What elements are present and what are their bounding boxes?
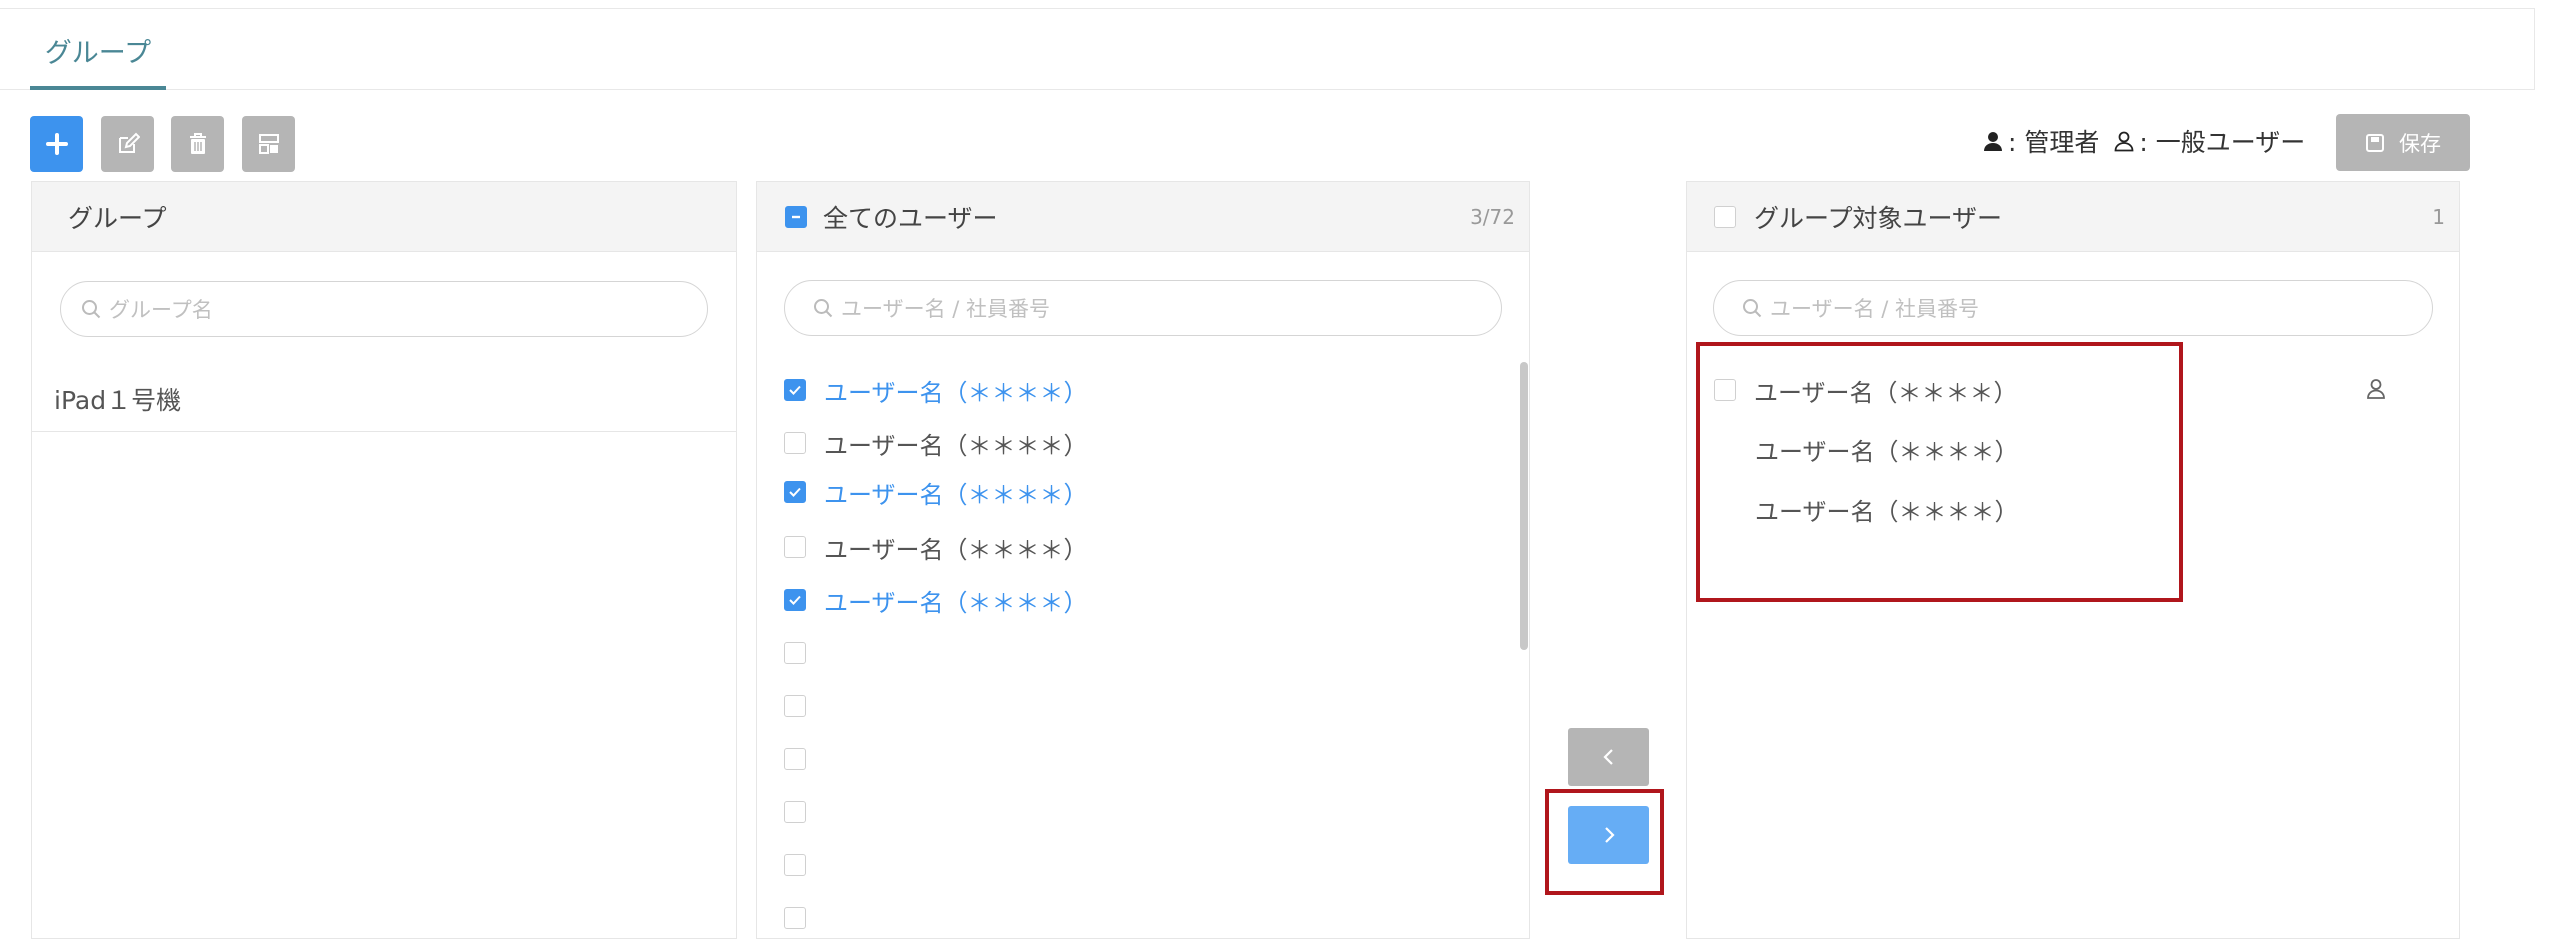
save-icon [2366, 133, 2384, 152]
indeterminate-icon [792, 215, 800, 218]
highlight-target-users [1696, 342, 2183, 602]
top-tab-bar: グループ [0, 8, 2535, 90]
user-checkbox[interactable] [784, 589, 806, 611]
search-icon [82, 300, 101, 319]
user-checkbox[interactable] [784, 801, 806, 823]
user-row[interactable]: ユーザー名（＊＊＊＊） [784, 425, 1088, 461]
user-row[interactable]: ユーザー名（＊＊＊＊） [784, 372, 1088, 408]
all-users-count: 3/72 [1470, 204, 1515, 229]
search-icon [814, 299, 833, 318]
user-checkbox[interactable] [784, 379, 806, 401]
layout-button[interactable] [242, 116, 295, 172]
user-row[interactable] [784, 900, 824, 936]
user-checkbox[interactable] [784, 481, 806, 503]
delete-group-button[interactable] [171, 116, 224, 172]
user-checkbox[interactable] [784, 536, 806, 558]
plus-icon [45, 133, 68, 155]
all-users-header: 全てのユーザー 3/72 [757, 182, 1529, 252]
user-row[interactable] [784, 794, 824, 830]
user-row[interactable] [784, 847, 824, 883]
group-panel-header: グループ [32, 182, 736, 252]
target-users-header: グループ対象ユーザー 1 [1687, 182, 2459, 252]
user-row[interactable] [784, 741, 824, 777]
user-row[interactable]: ユーザー名（＊＊＊＊） [784, 474, 1088, 510]
user-checkbox[interactable] [784, 695, 806, 717]
edit-group-button[interactable] [101, 116, 154, 172]
group-panel: グループ グループ名 iPad１号機 [31, 181, 737, 939]
check-icon [789, 595, 801, 605]
add-group-button[interactable] [30, 116, 83, 172]
target-select-all-checkbox[interactable] [1714, 205, 1736, 228]
save-button[interactable]: 保存 [2336, 114, 2470, 171]
general-user-icon [2367, 379, 2385, 399]
chevron-left-icon [1602, 749, 1613, 765]
user-checkbox[interactable] [784, 907, 806, 929]
all-users-search-input[interactable]: ユーザー名 / 社員番号 [784, 280, 1502, 336]
scrollbar-thumb[interactable] [1520, 362, 1528, 650]
user-checkbox[interactable] [784, 854, 806, 876]
check-icon [789, 487, 801, 497]
legend-admin: : 管理者 [1982, 123, 2099, 159]
general-user-icon [2114, 131, 2134, 152]
tab-group[interactable]: グループ [30, 9, 166, 91]
user-checkbox[interactable] [784, 748, 806, 770]
highlight-move-right [1545, 789, 1664, 895]
tab-active-indicator [30, 86, 166, 90]
select-all-checkbox[interactable] [785, 205, 807, 228]
trash-icon [189, 133, 206, 154]
layout-icon [258, 134, 279, 154]
group-panel-title: グループ [68, 203, 167, 233]
check-icon [789, 385, 801, 395]
user-list-scrollbar[interactable] [1520, 362, 1528, 939]
all-users-title: 全てのユーザー [823, 203, 998, 233]
user-row[interactable]: ユーザー名（＊＊＊＊） [784, 529, 1088, 565]
edit-icon [118, 132, 140, 153]
group-search-input[interactable]: グループ名 [60, 281, 708, 337]
admin-user-icon [1984, 132, 2002, 151]
target-users-title: グループ対象ユーザー [1754, 203, 2003, 233]
target-users-count: 1 [2432, 204, 2445, 229]
legend-general: : 一般ユーザー [2113, 123, 2305, 159]
user-checkbox[interactable] [784, 432, 806, 454]
user-row[interactable] [784, 688, 824, 724]
group-list-item[interactable]: iPad１号機 [32, 366, 736, 432]
search-icon [1743, 299, 1762, 318]
move-left-button[interactable] [1568, 728, 1649, 786]
user-checkbox[interactable] [784, 642, 806, 664]
user-row[interactable]: ユーザー名（＊＊＊＊） [784, 582, 1088, 618]
role-legend: : 管理者 : 一般ユーザー [1982, 121, 2319, 161]
target-users-search-input[interactable]: ユーザー名 / 社員番号 [1713, 280, 2433, 336]
user-row[interactable] [784, 635, 824, 671]
all-users-panel: 全てのユーザー 3/72 ユーザー名 / 社員番号 ユーザー名（＊＊＊＊） ユー… [756, 181, 1530, 939]
